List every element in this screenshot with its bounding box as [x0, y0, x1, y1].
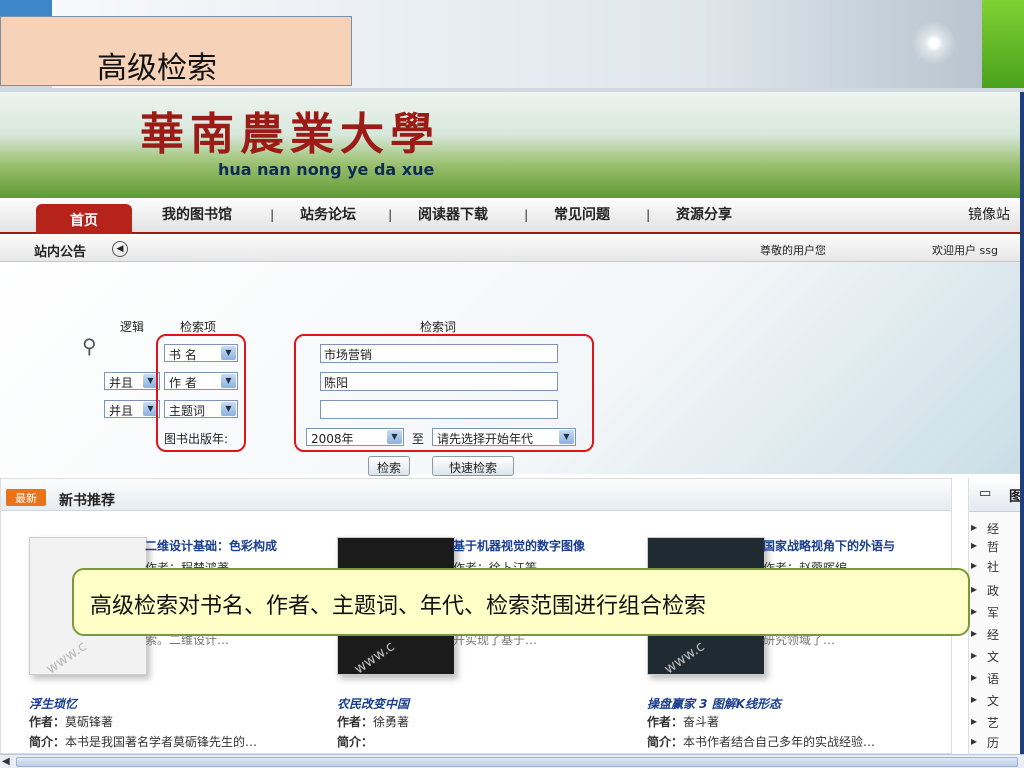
scroll-left-icon[interactable]: ◀: [2, 756, 14, 768]
category-item[interactable]: 社: [971, 558, 999, 575]
author-label: 作者：: [337, 715, 374, 729]
new-badge: 最新: [6, 489, 46, 506]
logic-select-2[interactable]: 并且 ▼: [104, 372, 160, 390]
logic-select-3[interactable]: 并且 ▼: [104, 400, 160, 418]
book-intro-bottom-3: 本书作者结合自己多年的实战经验…: [683, 735, 876, 749]
right-edge-bar: [1020, 92, 1024, 754]
intro-label: 简介：: [337, 735, 374, 749]
slide-callout: 高级检索对书名、作者、主题词、年代、检索范围进行组合检索: [72, 568, 970, 636]
cover-watermark: www.c: [661, 638, 708, 678]
nav-separator: |: [270, 208, 275, 222]
book-title-top-1[interactable]: 二维设计基础：色彩构成: [145, 537, 277, 554]
new-books-header: 最新 新书推荐: [1, 479, 951, 511]
university-pinyin: hua nan nong ye da xue: [218, 160, 435, 179]
nav-my-library[interactable]: 我的图书馆: [162, 204, 232, 234]
slide-title: 高级检索: [0, 16, 352, 86]
nav-mirror-site[interactable]: 镜像站: [968, 204, 1010, 234]
notice-bar: 站内公告 ◀ 尊敬的用户您 欢迎用户 ssg: [0, 236, 1024, 262]
sparkle-decoration: [905, 22, 963, 64]
speaker-icon[interactable]: ◀: [112, 241, 128, 257]
author-label: 作者：: [29, 715, 66, 729]
site-banner: 華南農業大學 hua nan nong ye da xue: [0, 92, 1024, 198]
category-column: ▭ 图 经 哲 社 政 军 经 文 语 文 艺 历: [968, 478, 1024, 754]
nav-reader-download[interactable]: 阅读器下载: [418, 204, 488, 234]
intro-label: 简介：: [647, 735, 684, 749]
category-header: ▭ 图: [969, 478, 1024, 512]
logic-select-2-value: 并且: [109, 376, 134, 390]
book-author-bottom-2: 徐勇著: [373, 715, 410, 729]
book-title-bottom-3[interactable]: 操盘赢家 3 图解K线形态: [647, 695, 781, 712]
term-highlight: [294, 334, 594, 452]
cover-watermark: www.c: [351, 638, 398, 678]
col-logic-header: 逻辑: [120, 320, 145, 334]
col-field-header: 检索项: [180, 320, 217, 334]
university-calligraphy-logo: 華南農業大學: [140, 109, 440, 160]
search-icon: ⚲: [82, 334, 97, 358]
category-item[interactable]: 文: [971, 648, 999, 665]
nav-resource-share[interactable]: 资源分享: [676, 204, 732, 234]
slide-green-square: [982, 0, 1024, 88]
category-item[interactable]: 语: [971, 670, 999, 687]
book-title-bottom-2[interactable]: 农民改变中国: [337, 695, 409, 712]
welcome-user: 欢迎用户 ssg: [932, 244, 998, 257]
category-item[interactable]: 经: [971, 520, 999, 537]
advanced-search-panel: 逻辑 检索项 检索词 ⚲ 书 名 ▼ 市场营销 并且 ▼ 作 者 ▼ 陈阳 并且 ▼ 主…: [0, 262, 1024, 476]
notice-greeting: 尊敬的用户您: [760, 244, 826, 257]
book-author-bottom-1: 莫砺锋著: [65, 715, 114, 729]
nav-separator: |: [646, 208, 651, 222]
field-highlight: [156, 334, 246, 452]
quick-search-button[interactable]: 快速检索: [432, 456, 514, 476]
category-item[interactable]: 经: [971, 626, 999, 643]
nav-forum[interactable]: 站务论坛: [300, 204, 356, 234]
search-button[interactable]: 检索: [368, 456, 410, 476]
nav-separator: |: [524, 208, 529, 222]
category-item[interactable]: 军: [971, 604, 999, 621]
intro-label: 简介：: [29, 735, 66, 749]
category-item[interactable]: 文: [971, 692, 999, 709]
horizontal-scrollbar[interactable]: ◀: [0, 754, 1024, 768]
book-title-top-3[interactable]: 国家战略视角下的外语与: [763, 537, 895, 554]
category-item[interactable]: 政: [971, 582, 999, 599]
new-books-title: 新书推荐: [59, 493, 115, 509]
nav-separator: |: [388, 208, 393, 222]
author-label: 作者：: [647, 715, 684, 729]
book-author-bottom-3: 奋斗著: [683, 715, 720, 729]
notice-label: 站内公告: [34, 245, 87, 260]
book-title-top-2[interactable]: 基于机器视觉的数字图像: [453, 537, 585, 554]
category-item[interactable]: 艺: [971, 714, 999, 731]
scroll-thumb[interactable]: [16, 757, 1018, 767]
category-icon: ▭: [979, 486, 992, 501]
cover-watermark: www.c: [43, 638, 90, 678]
nav-faq[interactable]: 常见问题: [554, 204, 610, 234]
nav-home[interactable]: 首页: [36, 204, 132, 234]
col-term-header: 检索词: [420, 320, 457, 334]
book-title-bottom-1[interactable]: 浮生琐忆: [29, 695, 77, 712]
category-item[interactable]: 历: [971, 734, 999, 751]
book-intro-bottom-1: 本书是我国著名学者莫砺锋先生的…: [65, 735, 258, 749]
logic-select-3-value: 并且: [109, 404, 134, 418]
category-item[interactable]: 哲: [971, 538, 999, 555]
main-nav: 首页 我的图书馆 | 站务论坛 | 阅读器下载 | 常见问题 | 资源分享 镜像…: [0, 198, 1024, 234]
